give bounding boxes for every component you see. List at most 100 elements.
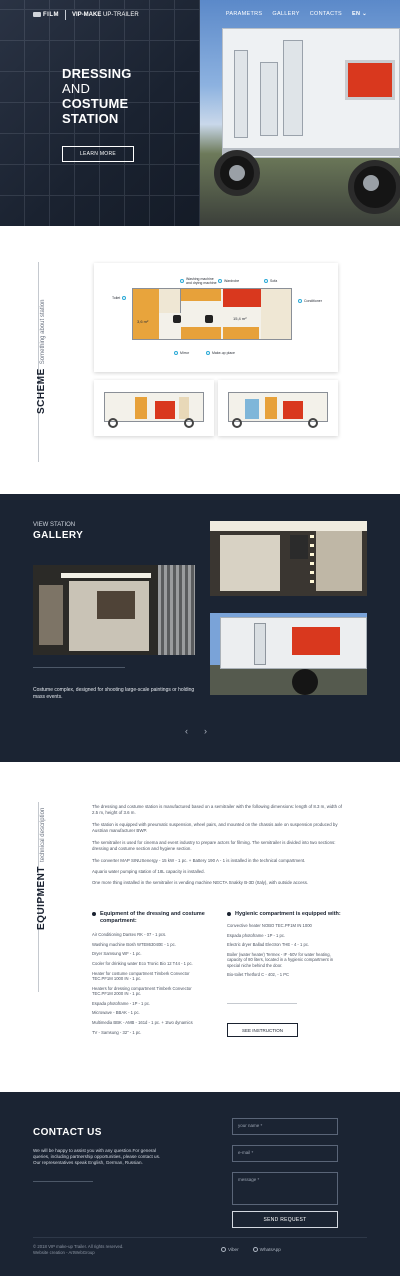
scheme-subtitle: Something about station: [40, 299, 46, 365]
email-input[interactable]: e-mail *: [232, 1145, 338, 1162]
bullet-icon: [92, 912, 96, 916]
equipment-paragraph: Aquario water pumping station of 18L cap…: [92, 869, 205, 874]
list-item: Electric dryer Ballad Electron THE - 4 -…: [227, 942, 310, 948]
footer-copyright: © 2018 VIP make-up Trailer. All rights r…: [33, 1244, 124, 1255]
divider: [33, 1181, 93, 1182]
equipment-paragraph: One more thing installed in the semitrai…: [92, 880, 309, 885]
area-label: 3,6 m²: [137, 319, 149, 324]
callout-toilet: Toilet: [112, 296, 127, 300]
callout-dot-icon: [206, 351, 210, 355]
whatsapp-icon: [252, 1247, 258, 1253]
gallery-pager: ‹ ›: [185, 726, 207, 736]
send-request-button[interactable]: SEND REQUEST: [232, 1211, 338, 1228]
washing-area: [159, 289, 181, 313]
gallery-subtitle: VIEW STATION: [33, 522, 76, 528]
gallery-title: GALLERY: [33, 530, 84, 541]
equipment-subtitle: technical description: [40, 807, 46, 863]
chevron-right-icon[interactable]: ›: [204, 726, 207, 736]
hero-title-line: STATION: [62, 111, 119, 126]
chair-icon: [205, 315, 213, 323]
list-item: Air Conditioning Dantex RK - 07 - 1 pcs.: [92, 932, 167, 937]
truck-door: [260, 62, 278, 136]
divider: [227, 1003, 297, 1004]
gallery-caption: Costume complex, designed for shooting l…: [33, 687, 195, 700]
hero-title: DRESSING AND COSTUME STATION: [62, 66, 132, 126]
callout-washing: Washing machine and drying machine: [180, 277, 217, 285]
makeup-table: [181, 327, 221, 339]
equipment-paragraph: The dressing and costume station is manu…: [92, 804, 342, 815]
equipment-title: EQUIPMENT: [36, 866, 47, 930]
gallery-photo-exterior[interactable]: [210, 613, 367, 695]
callout-dot-icon: [298, 299, 302, 303]
list-item: Washing machine Bosh WTE863040E - 1 pc.: [92, 941, 176, 947]
floor-plan: 3,6 m² 15,4 m² Washing machine and dryin…: [94, 263, 338, 372]
costume-equipment-title: Equipment of the dressing and costume co…: [92, 911, 210, 924]
nav-contacts[interactable]: CONTACTS: [310, 11, 342, 17]
gallery-main-photo[interactable]: [33, 565, 195, 655]
bullet-icon: [227, 912, 231, 916]
wheel-icon: [232, 418, 242, 428]
viber-icon: [221, 1247, 226, 1253]
chevron-left-icon[interactable]: ‹: [185, 726, 188, 736]
language-selector[interactable]: EN ⌄: [352, 11, 367, 17]
callout-dot-icon: [174, 351, 178, 355]
callout-conditioner: Conditioner: [298, 299, 322, 303]
list-item: TV - Samsung - 32" - 1 pc.: [92, 1029, 142, 1035]
area-label: 15,4 m²: [233, 316, 247, 321]
hygienic-equipment-title: Hygienic compartment is equipped with:: [227, 911, 347, 918]
callout-dot-icon: [122, 296, 127, 300]
gallery-photo-interior[interactable]: [210, 521, 367, 596]
list-item: Heater for costume compartment Timberk C…: [92, 970, 190, 982]
counter: [181, 289, 221, 301]
truck-window: [345, 60, 395, 100]
learn-more-button[interactable]: LEARN MORE: [62, 146, 134, 162]
callout-sofa: Sofa: [264, 279, 277, 283]
list-item: Cooler for drinking water Eco Tronic Bio…: [92, 961, 193, 967]
contact-text: We will be happy to assist you with any …: [33, 1148, 161, 1165]
list-item: Bio-toilet Thetford C - 402, - 1 PC: [227, 972, 290, 978]
site-logo[interactable]: FILM VIP-MAKE UP-TRAILER: [33, 10, 139, 20]
callout-mirror: Mirror: [174, 351, 189, 355]
viber-link[interactable]: Viber: [221, 1247, 239, 1253]
language-label: EN: [352, 11, 361, 17]
logo-divider: [65, 10, 66, 20]
equipment-paragraph: The station is equipped with pneumatic s…: [92, 822, 338, 833]
contact-title: CONTACT US: [33, 1127, 102, 1138]
name-input[interactable]: your name *: [232, 1118, 338, 1135]
callout-wardrobe: Wardrobe: [218, 279, 239, 283]
main-nav: PARAMETRS GALLERY CONTACTS EN ⌄: [226, 11, 367, 17]
logo-sub: UP-TRAILER: [101, 12, 139, 18]
contact-section: CONTACT US We will be happy to assist yo…: [0, 1092, 400, 1276]
toilet-room: [133, 289, 159, 339]
wheel-icon: [308, 418, 318, 428]
footer-divider: [33, 1237, 367, 1238]
scheme-heading: SCHEME Something about station: [31, 299, 49, 414]
hygienic-equipment-list: Convective heater NOBO TEC.PF1M IN 1000 …: [227, 923, 342, 982]
callout-makeup: Make-up place: [206, 351, 235, 355]
whatsapp-link[interactable]: WhatsApp: [252, 1247, 281, 1253]
see-instruction-button[interactable]: SEE INSTRUCTION: [227, 1023, 298, 1037]
list-item: Espada photoframe - 1P - 1 pc.: [227, 932, 286, 938]
wheel-icon: [292, 669, 318, 695]
list-item: Microwave - BBAK - 1 pc.: [92, 1010, 140, 1016]
equipment-section: EQUIPMENT technical description The dress…: [0, 762, 400, 1092]
truck-door: [283, 40, 303, 136]
callout-dot-icon: [180, 279, 184, 283]
list-item: Dryer Samsung WF - 1 pc.: [92, 951, 142, 957]
hero-title-line: AND: [62, 81, 91, 96]
plan-floor: 3,6 m² 15,4 m²: [132, 288, 292, 340]
nav-gallery[interactable]: GALLERY: [272, 11, 299, 17]
equipment-paragraph: The converter MAP SINUSenergy - 15 kW - …: [92, 858, 306, 863]
truck-wheel: [348, 160, 400, 214]
equipment-heading: EQUIPMENT technical description: [31, 808, 49, 930]
creation-link[interactable]: Website creation - ArtWebGroup: [33, 1250, 124, 1256]
logo-brand: VIP-MAKE: [72, 12, 102, 18]
hero-section: FILM VIP-MAKE UP-TRAILER PARAMETRS GALLE…: [0, 0, 400, 226]
hero-title-line: DRESSING: [62, 66, 132, 81]
equipment-paragraph: The semitrailer is used for cinema and e…: [92, 840, 336, 851]
film-icon: [33, 11, 41, 17]
copyright-text: © 2018 VIP make-up Trailer. All rights r…: [33, 1244, 124, 1249]
message-textarea[interactable]: message *: [232, 1172, 338, 1205]
nav-parametrs[interactable]: PARAMETRS: [226, 11, 263, 17]
wardrobe-area: [223, 289, 261, 307]
